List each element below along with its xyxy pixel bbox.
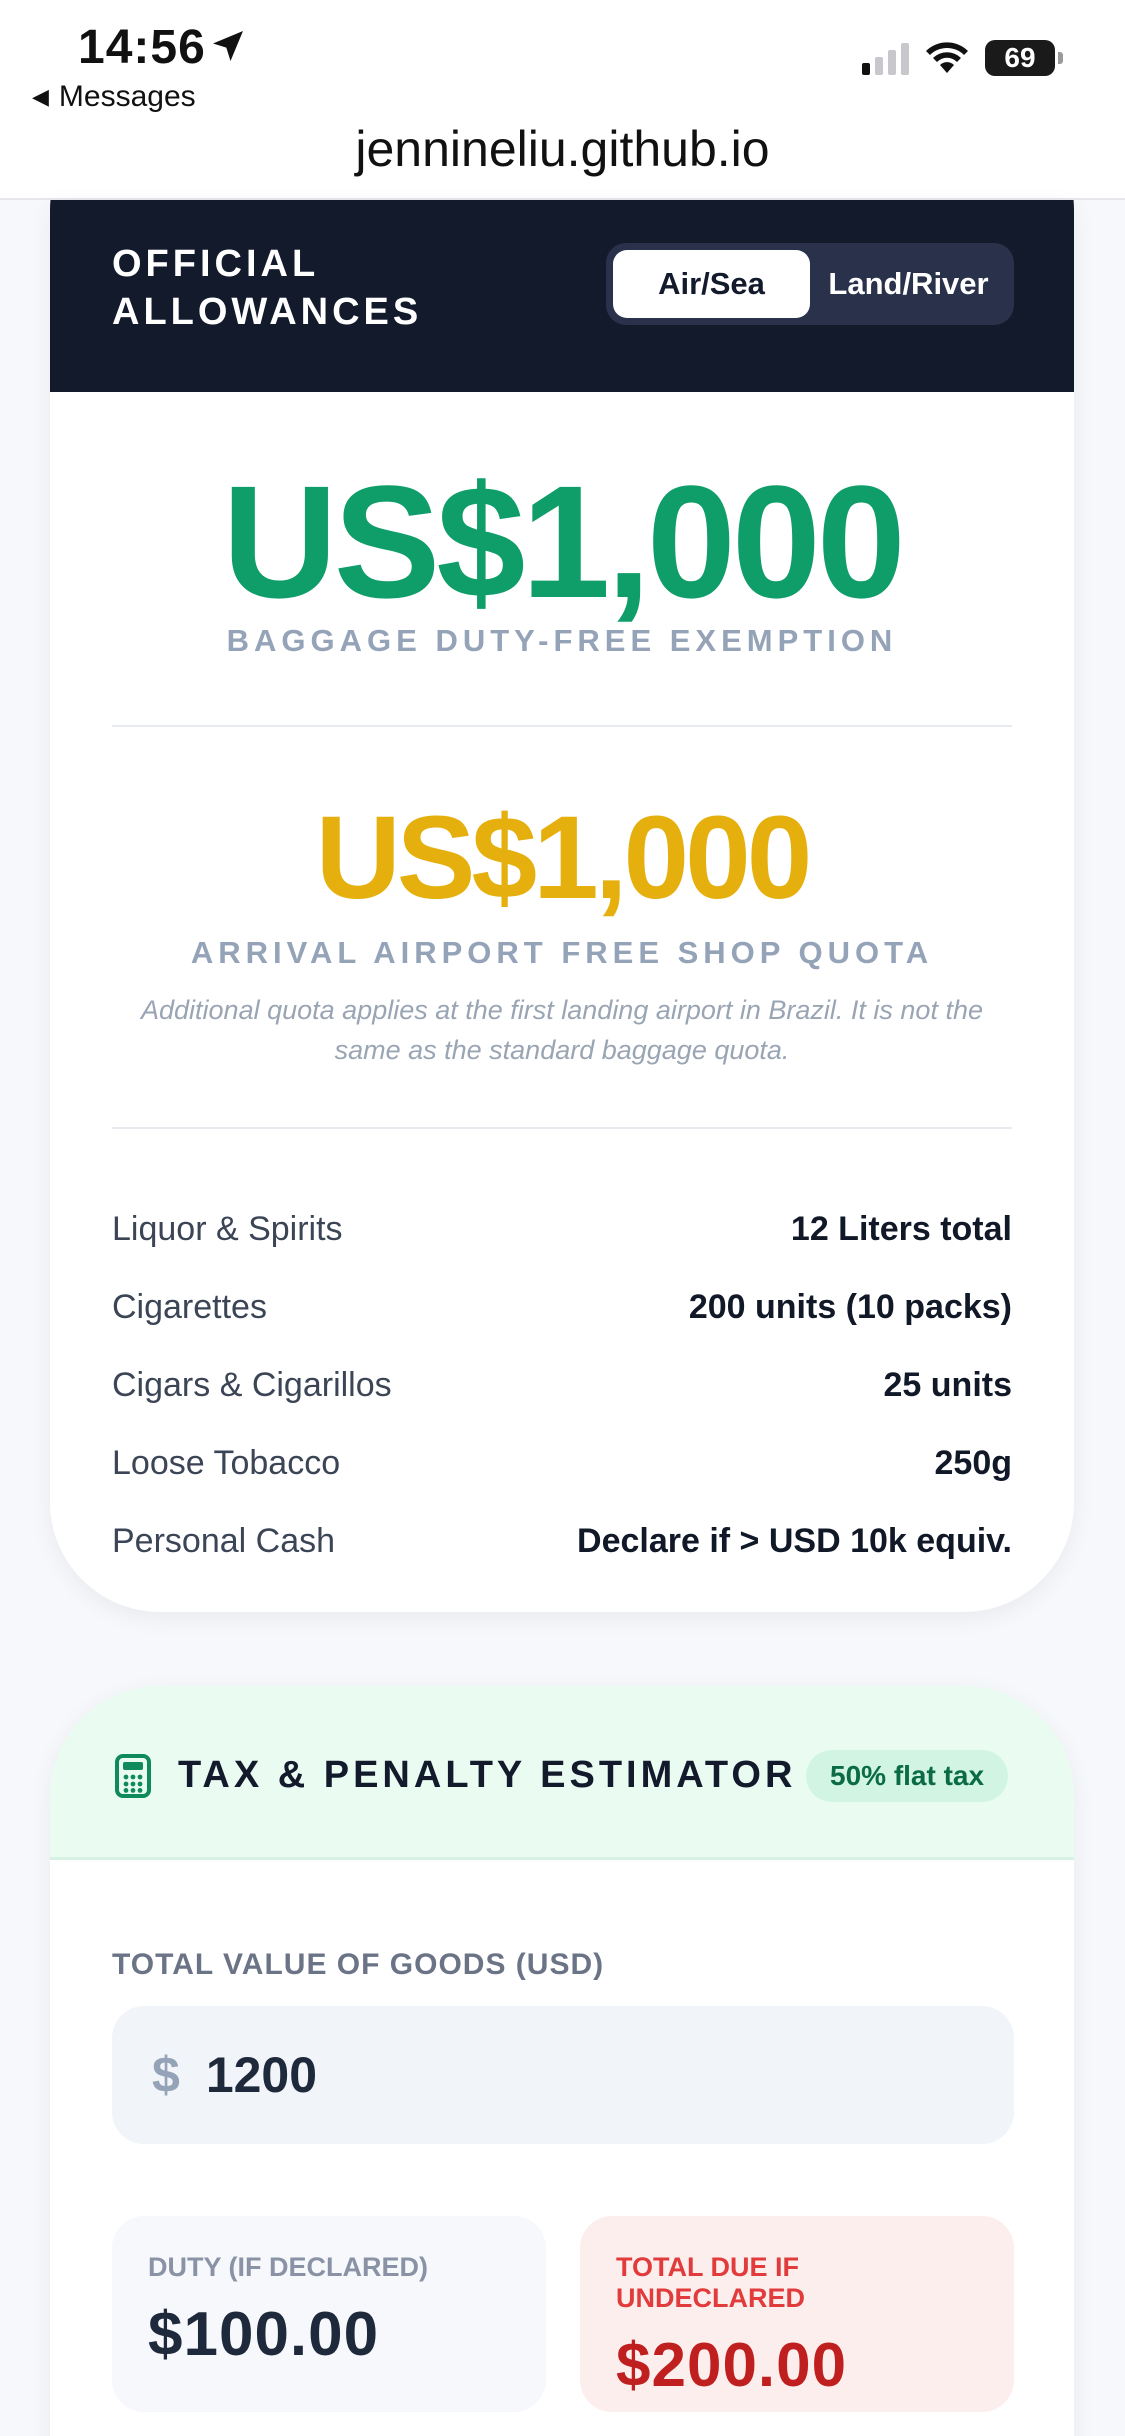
flat-tax-badge: 50% flat tax (806, 1750, 1009, 1802)
estimator-card: TAX & PENALTY ESTIMATOR 50% flat tax TOT… (50, 1686, 1074, 2436)
allowance-label: Personal Cash (112, 1521, 336, 1560)
allowance-label: Liquor & Spirits (112, 1209, 343, 1248)
allowance-row-liquor: Liquor & Spirits 12 Liters total (112, 1190, 1012, 1268)
allowance-value: 25 units (883, 1365, 1012, 1404)
address-bar-url[interactable]: jennineliu.github.io (0, 120, 1125, 178)
toggle-land-river[interactable]: Land/River (810, 250, 1007, 318)
undeclared-total-box: TOTAL DUE IF UNDECLARED $200.00 (580, 2216, 1014, 2412)
toggle-air-sea[interactable]: Air/Sea (613, 250, 810, 318)
wifi-icon (926, 42, 968, 73)
allowance-row-cigars: Cigars & Cigarillos 25 units (112, 1346, 1012, 1424)
allowance-value: 250g (934, 1443, 1013, 1482)
cellular-signal-icon (862, 41, 909, 75)
dollar-icon: $ (152, 2047, 180, 2103)
free-shop-quota-note: Additional quota applies at the first la… (141, 995, 983, 1065)
free-shop-quota-label: ARRIVAL AIRPORT FREE SHOP QUOTA (190, 935, 934, 970)
back-to-messages-link[interactable]: ◀ Messages (32, 80, 196, 114)
allowance-row-cigarettes: Cigarettes 200 units (10 packs) (112, 1268, 1012, 1346)
allowance-row-cash: Personal Cash Declare if > USD 10k equiv… (112, 1502, 1012, 1580)
allowances-header: OFFICIAL ALLOWANCES Air/Sea Land/River (50, 200, 1074, 392)
allowance-value: Declare if > USD 10k equiv. (577, 1521, 1012, 1560)
goods-value-label: TOTAL VALUE OF GOODS (USD) (112, 1948, 605, 1981)
undeclared-total-value: $200.00 (616, 2331, 848, 2400)
estimator-title: TAX & PENALTY ESTIMATOR (178, 1754, 797, 1796)
undeclared-total-label: TOTAL DUE IF UNDECLARED (616, 2252, 805, 2313)
calculator-icon (115, 1754, 151, 1798)
travel-mode-toggle: Air/Sea Land/River (606, 243, 1014, 325)
baggage-exemption-amount: US$1,000 (222, 452, 906, 631)
estimator-header: TAX & PENALTY ESTIMATOR 50% flat tax (50, 1686, 1074, 1860)
battery-level: 69 (1004, 42, 1036, 73)
free-shop-quota-amount: US$1,000 (315, 792, 813, 924)
allowance-label: Cigars & Cigarillos (112, 1365, 392, 1404)
location-arrow-icon (213, 31, 243, 61)
allowances-title: OFFICIAL ALLOWANCES (112, 243, 423, 333)
allowance-value: 12 Liters total (790, 1209, 1012, 1248)
duty-value: $100.00 (148, 2300, 380, 2369)
allowances-card: OFFICIAL ALLOWANCES Air/Sea Land/River U… (50, 200, 1074, 1612)
duty-label: DUTY (IF DECLARED) (148, 2252, 428, 2282)
status-time: 14:56 (78, 21, 206, 74)
divider (112, 725, 1012, 727)
back-label: Messages (58, 80, 196, 113)
status-icons: 69 (862, 40, 1063, 76)
browser-chrome: 14:56 ◀ Messages 69 jennineliu.github.io (0, 0, 1125, 200)
back-triangle-icon: ◀ (32, 84, 49, 109)
baggage-exemption-label: BAGGAGE DUTY-FREE EXEMPTION (226, 623, 898, 658)
allowance-value: 200 units (10 packs) (688, 1287, 1012, 1326)
allowance-list: Liquor & Spirits 12 Liters total Cigaret… (112, 1190, 1012, 1580)
allowance-label: Cigarettes (112, 1287, 267, 1326)
goods-value-field[interactable]: $ (112, 2006, 1014, 2144)
allowance-row-tobacco: Loose Tobacco 250g (112, 1424, 1012, 1502)
allowance-label: Loose Tobacco (112, 1443, 341, 1482)
divider (112, 1127, 1012, 1129)
battery-icon: 69 (985, 40, 1063, 76)
duty-result-box: DUTY (IF DECLARED) $100.00 (112, 2216, 546, 2412)
goods-value-input[interactable] (205, 2046, 906, 2104)
